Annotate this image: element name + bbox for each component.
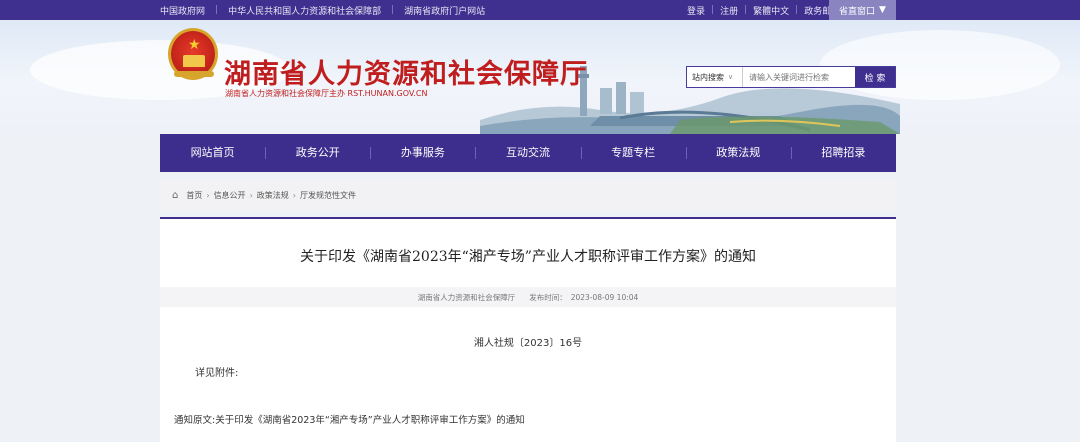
main-nav: 网站首页 政务公开 办事服务 互动交流 专题专栏 政策法规 招聘招录 [160,134,896,172]
nav-item-interaction[interactable]: 互动交流 [475,134,580,172]
chevron-right-icon: › [249,191,253,200]
search-scope-label: 站内搜索 [692,72,724,82]
triangle-down-icon: ▼ [879,5,886,15]
breadcrumb-policies[interactable]: 政策法规 [257,190,289,201]
site-search: 站内搜索 ∨ 检 索 [686,66,896,88]
nav-item-policies[interactable]: 政策法规 [685,134,791,172]
login-link[interactable]: 登录 [687,4,705,17]
separator: | [215,5,219,15]
article-source: 湖南省人力资源和社会保障厅 [417,292,516,302]
national-emblem-logo[interactable]: ★ [168,28,218,80]
separator: | [795,5,799,15]
nav-item-special-topics[interactable]: 专题专栏 [580,134,686,172]
document-number: 湘人社规〔2023〕16号 [473,338,583,349]
article-title: 关于印发《湖南省2023年“湘产专场”产业人才职称评审工作方案》的通知 [300,249,756,265]
publish-label: 发布时间： [529,292,567,302]
search-button[interactable]: 检 索 [855,67,895,87]
ribbon-decoration [174,71,214,77]
search-input[interactable] [743,67,855,87]
nav-item-services[interactable]: 办事服务 [370,134,475,172]
external-links: 中国政府网 | 中华人民共和国人力资源和社会保障部 | 湖南省政府门户网站 [160,0,485,20]
chevron-right-icon: › [292,191,296,200]
separator: | [711,5,715,15]
site-subtitle: 湖南省人力资源和社会保障厅主办 RST.HUNAN.GOV.CN [225,89,428,98]
nav-item-recruitment[interactable]: 招聘招录 [790,134,896,172]
article-meta: 湖南省人力资源和社会保障厅 发布时间： 2023-08-09 10:04 [160,287,896,307]
link-china-gov[interactable]: 中国政府网 [160,4,205,17]
star-icon: ★ [188,37,201,53]
link-mohrss[interactable]: 中华人民共和国人力资源和社会保障部 [228,4,381,17]
traditional-chinese-link[interactable]: 繁體中文 [753,4,789,17]
top-utility-bar: 中国政府网 | 中华人民共和国人力资源和社会保障部 | 湖南省政府门户网站 登录… [0,0,1080,20]
provincial-window-button[interactable]: 省直窗口 ▼ [829,0,896,20]
chevron-right-icon: › [206,191,210,200]
separator: | [391,5,395,15]
separator: | [744,5,748,15]
article-content: 关于印发《湖南省2023年“湘产专场”产业人才职称评审工作方案》的通知 湖南省人… [160,217,896,442]
nav-item-home[interactable]: 网站首页 [160,134,265,172]
breadcrumb: ⌂ 首页 › 信息公开 › 政策法规 › 厅发规范性文件 [160,181,896,210]
breadcrumb-home[interactable]: 首页 [186,190,202,201]
publish-time: 2023-08-09 10:04 [570,292,639,302]
site-title[interactable]: 湖南省人力资源和社会保障厅 [224,52,588,91]
tiananmen-icon [183,55,205,67]
breadcrumb-info-public[interactable]: 信息公开 [214,190,246,201]
search-scope-select[interactable]: 站内搜索 ∨ [687,67,743,87]
home-icon[interactable]: ⌂ [172,190,178,201]
link-hunan-gov[interactable]: 湖南省政府门户网站 [404,4,485,17]
see-attachment-text: 详见附件: [195,368,239,379]
provincial-window-label: 省直窗口 [839,6,876,17]
breadcrumb-normative-docs[interactable]: 厅发规范性文件 [300,190,356,201]
register-link[interactable]: 注册 [720,4,738,17]
user-links: 登录 | 注册 | 繁體中文 | 政务邮箱 [687,0,840,20]
nav-item-gov-affairs[interactable]: 政务公开 [265,134,370,172]
chevron-down-icon: ∨ [728,73,734,81]
original-notice-link[interactable]: 通知原文:关于印发《湖南省2023年“湘产专场”产业人才职称评审工作方案》的通知 [174,412,525,426]
